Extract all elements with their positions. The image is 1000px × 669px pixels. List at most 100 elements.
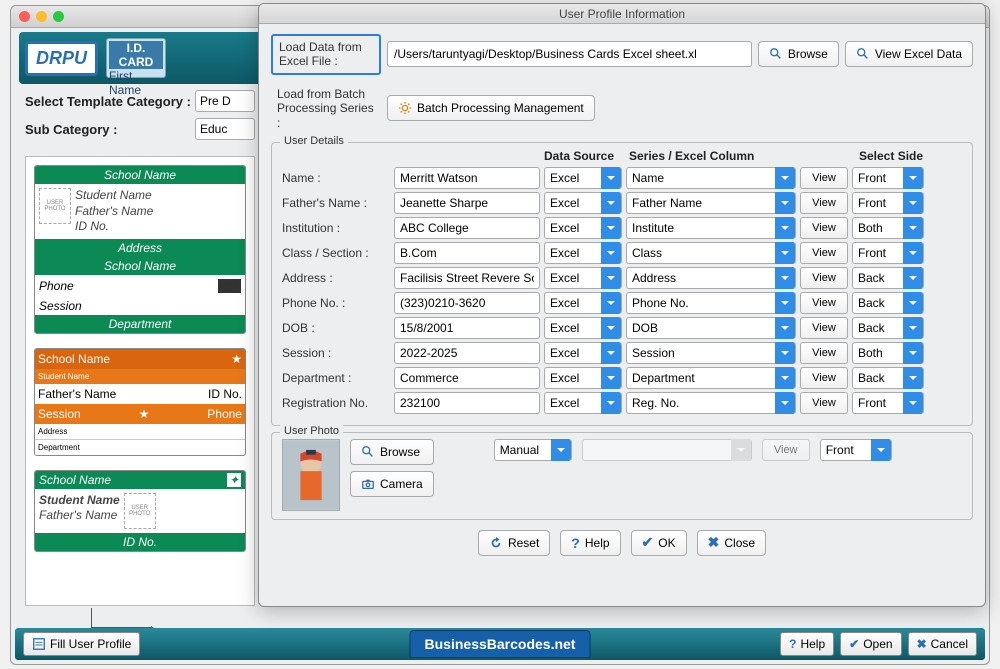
chevron-down-icon — [551, 439, 571, 461]
field-value-input[interactable] — [394, 267, 540, 289]
minimize-traffic-light[interactable] — [36, 11, 47, 22]
chevron-down-icon — [601, 317, 621, 339]
sub-category-label: Sub Category : — [25, 122, 195, 137]
side-select[interactable]: Both — [852, 342, 924, 364]
side-select[interactable]: Front — [852, 167, 924, 189]
template-item-3[interactable]: School Name✦ Student Name Father's Name … — [34, 470, 246, 552]
bottom-ribbon: Fill User Profile BusinessBarcodes.net ?… — [15, 628, 985, 660]
data-source-select[interactable]: Excel — [544, 217, 622, 239]
side-select[interactable]: Back — [852, 292, 924, 314]
photo-placeholder-icon: USER PHOTO — [124, 493, 156, 529]
series-column-select[interactable]: Department — [626, 367, 796, 389]
sub-category-select[interactable] — [195, 118, 255, 140]
photo-view-button[interactable]: View — [762, 439, 810, 461]
data-source-select[interactable]: Excel — [544, 367, 622, 389]
help-dialog-button[interactable]: ?Help — [560, 530, 620, 556]
field-value-input[interactable] — [394, 242, 540, 264]
batch-processing-button[interactable]: Batch Processing Management — [387, 95, 595, 121]
data-source-select[interactable]: Excel — [544, 292, 622, 314]
photo-data-source-select[interactable]: Manual — [494, 439, 572, 461]
side-select[interactable]: Back — [852, 267, 924, 289]
field-value-input[interactable] — [394, 317, 540, 339]
side-select[interactable]: Front — [852, 192, 924, 214]
series-column-select[interactable]: Address — [626, 267, 796, 289]
view-excel-data-button[interactable]: View Excel Data — [845, 41, 973, 67]
load-excel-label: Load Data from Excel File : — [271, 34, 381, 75]
search-icon — [361, 445, 375, 459]
zoom-traffic-light[interactable] — [53, 11, 64, 22]
photo-side-select[interactable]: Front — [820, 439, 892, 461]
browse-excel-button[interactable]: Browse — [758, 41, 839, 67]
field-value-input[interactable] — [394, 292, 540, 314]
excel-path-input[interactable] — [387, 41, 752, 67]
field-label: Department : — [282, 371, 390, 385]
template-item-2[interactable]: School Name★ Student Name Father's NameI… — [34, 348, 246, 456]
field-value-input[interactable] — [394, 217, 540, 239]
field-value-input[interactable] — [394, 342, 540, 364]
series-column-select[interactable]: Institute — [626, 217, 796, 239]
series-column-select[interactable]: Session — [626, 342, 796, 364]
template-list[interactable]: School Name USER PHOTO Student Name Fath… — [25, 156, 255, 606]
template-item-1[interactable]: School Name USER PHOTO Student Name Fath… — [34, 165, 246, 334]
field-value-input[interactable] — [394, 367, 540, 389]
data-source-select[interactable]: Excel — [544, 342, 622, 364]
view-button[interactable]: View — [800, 267, 848, 289]
view-button[interactable]: View — [800, 317, 848, 339]
data-source-select[interactable]: Excel — [544, 317, 622, 339]
side-select[interactable]: Front — [852, 242, 924, 264]
side-select[interactable]: Back — [852, 317, 924, 339]
connector-line — [91, 608, 151, 628]
data-source-select[interactable]: Excel — [544, 242, 622, 264]
browse-photo-button[interactable]: Browse — [350, 439, 434, 465]
data-source-select[interactable]: Excel — [544, 267, 622, 289]
user-details-fieldset: User Details Data Source Series / Excel … — [271, 142, 973, 426]
user-detail-row: Phone No. :ExcelPhone No.ViewBack — [282, 292, 962, 314]
user-detail-row: Department : ExcelDepartmentViewBack — [282, 367, 962, 389]
chevron-down-icon — [903, 167, 923, 189]
close-dialog-button[interactable]: ✖Close — [697, 530, 766, 556]
view-button[interactable]: View — [800, 217, 848, 239]
series-column-select[interactable]: Phone No. — [626, 292, 796, 314]
field-label: Address : — [282, 271, 390, 285]
series-column-select[interactable]: Father Name — [626, 192, 796, 214]
view-button[interactable]: View — [800, 342, 848, 364]
view-button[interactable]: View — [800, 392, 848, 414]
view-button[interactable]: View — [800, 192, 848, 214]
data-source-select[interactable]: Excel — [544, 167, 622, 189]
series-column-select[interactable]: Class — [626, 242, 796, 264]
data-source-select[interactable]: Excel — [544, 192, 622, 214]
photo-series-select[interactable] — [582, 439, 752, 461]
ok-button[interactable]: ✔OK — [631, 530, 687, 556]
open-button[interactable]: ✔Open — [840, 632, 901, 656]
chevron-down-icon — [775, 167, 795, 189]
field-value-input[interactable] — [394, 167, 540, 189]
view-button[interactable]: View — [800, 367, 848, 389]
template-category-select[interactable] — [195, 90, 255, 112]
side-select[interactable]: Both — [852, 217, 924, 239]
chevron-down-icon — [601, 267, 621, 289]
data-source-select[interactable]: Excel — [544, 392, 622, 414]
side-select[interactable]: Back — [852, 367, 924, 389]
reset-button[interactable]: Reset — [478, 530, 550, 556]
series-column-select[interactable]: Name — [626, 167, 796, 189]
cancel-button[interactable]: ✖Cancel — [908, 632, 977, 656]
series-column-select[interactable]: DOB — [626, 317, 796, 339]
check-icon: ✔ — [642, 534, 654, 551]
side-select[interactable]: Front — [852, 392, 924, 414]
view-button[interactable]: View — [800, 292, 848, 314]
camera-icon — [361, 477, 375, 491]
close-traffic-light[interactable] — [19, 11, 30, 22]
series-column-select[interactable]: Reg. No. — [626, 392, 796, 414]
field-label: Registration No. — [282, 396, 390, 410]
fill-user-profile-button[interactable]: Fill User Profile — [23, 632, 140, 656]
camera-button[interactable]: Camera — [350, 471, 434, 497]
chevron-down-icon — [601, 392, 621, 414]
help-button[interactable]: ?Help — [780, 632, 834, 656]
gear-icon — [398, 101, 412, 115]
field-label: Class / Section : — [282, 246, 390, 260]
view-button[interactable]: View — [800, 167, 848, 189]
field-value-input[interactable] — [394, 192, 540, 214]
field-value-input[interactable] — [394, 392, 540, 414]
view-button[interactable]: View — [800, 242, 848, 264]
user-photo-preview — [282, 439, 340, 511]
